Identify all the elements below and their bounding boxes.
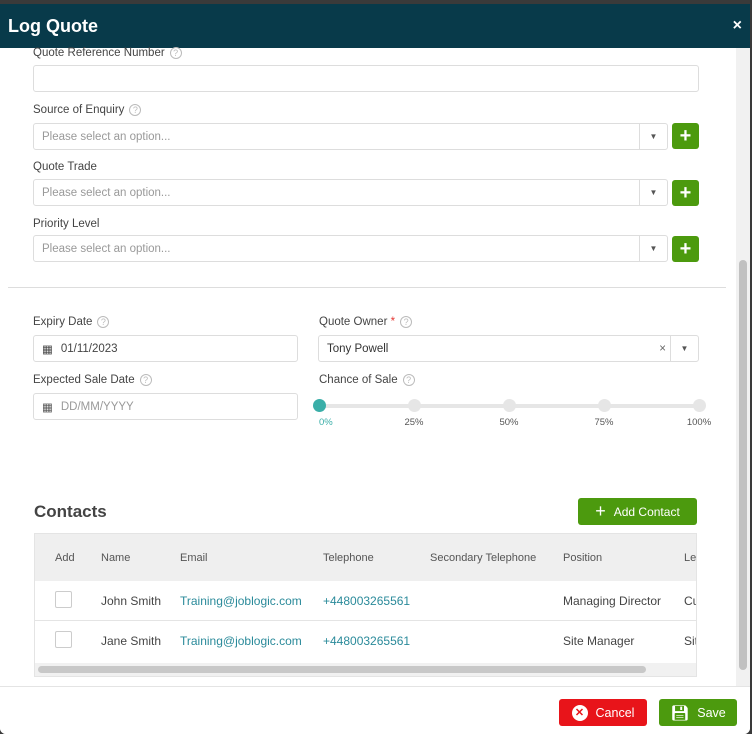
calendar-icon[interactable]: ▦ — [42, 400, 53, 414]
slider-step[interactable] — [503, 399, 516, 412]
divider — [8, 287, 726, 288]
slider-step[interactable] — [598, 399, 611, 412]
plus-icon: + — [595, 501, 606, 521]
slider-tick-label: 50% — [499, 417, 519, 428]
slider-tick-label: 75% — [594, 417, 614, 428]
add-contact-button[interactable]: + Add Contact — [578, 498, 697, 525]
help-icon[interactable]: ? — [139, 374, 152, 386]
add-source-button[interactable]: + — [672, 123, 699, 149]
cell-extra: Sit — [684, 634, 697, 648]
cell-name: Jane Smith — [101, 634, 162, 648]
source-label: Source of Enquiry? — [33, 104, 142, 116]
priority-placeholder: Please select an option... — [42, 242, 171, 255]
chevron-down-icon[interactable]: ▼ — [639, 124, 667, 149]
trade-label: Quote Trade — [33, 161, 97, 173]
slider-tick-label: 25% — [404, 417, 424, 428]
cell-email[interactable]: Training@joblogic.com — [180, 594, 302, 608]
help-icon[interactable]: ? — [400, 316, 413, 328]
scrollbar-thumb[interactable] — [739, 260, 747, 670]
close-icon[interactable]: × — [733, 17, 742, 35]
priority-label: Priority Level — [33, 218, 100, 230]
quote-ref-input[interactable] — [33, 65, 699, 92]
slider-tick-label: 0% — [319, 417, 333, 428]
calendar-icon[interactable]: ▦ — [42, 342, 53, 356]
slider-tick-label: 100% — [686, 417, 712, 428]
sale-date-input[interactable]: ▦ DD/MM/YYYY — [33, 393, 298, 420]
close-circle-icon: ✕ — [571, 704, 588, 721]
help-icon[interactable]: ? — [402, 374, 415, 386]
contacts-title: Contacts — [34, 502, 107, 521]
source-placeholder: Please select an option... — [42, 130, 171, 143]
chevron-down-icon[interactable]: ▼ — [670, 336, 698, 361]
column-header: Email — [180, 551, 208, 564]
chevron-down-icon[interactable]: ▼ — [639, 236, 667, 261]
expiry-label: Expiry Date? — [33, 316, 110, 328]
column-header: Le — [684, 551, 697, 564]
add-checkbox[interactable] — [55, 631, 72, 648]
trade-select[interactable]: Please select an option... ▼ — [33, 179, 668, 206]
chance-of-sale-slider[interactable]: 0% 25% 50% 75% 100% — [313, 399, 711, 428]
table-header: Add Name Email Telephone Secondary Telephone… — [35, 534, 697, 581]
slider-handle[interactable] — [313, 399, 326, 412]
sale-date-label: Expected Sale Date? — [33, 374, 152, 386]
modal-header: Log Quote × — [0, 4, 750, 48]
log-quote-modal: Log Quote × Quote Reference Number? Sour… — [0, 4, 750, 734]
help-icon[interactable]: ? — [129, 104, 142, 116]
column-header: Secondary Telephone — [430, 551, 537, 564]
quote-ref-label: Quote Reference Number? — [33, 47, 182, 59]
column-header: Add — [55, 551, 75, 564]
chevron-down-icon[interactable]: ▼ — [639, 180, 667, 205]
clear-icon[interactable]: × — [659, 343, 666, 355]
contacts-table: Add Name Email Telephone Secondary Telephone… — [34, 533, 697, 677]
chance-label: Chance of Sale? — [319, 374, 415, 386]
owner-select[interactable]: Tony Powell × ▼ — [318, 335, 699, 362]
cell-extra: Cu — [684, 593, 696, 608]
add-checkbox[interactable] — [55, 591, 72, 608]
source-select[interactable]: Please select an option... ▼ — [33, 123, 668, 150]
add-trade-button[interactable]: + — [672, 180, 699, 206]
table-row[interactable]: John Smith Training@joblogic.com +44800326… — [35, 581, 696, 621]
column-header: Position — [563, 551, 603, 564]
save-icon: 💾︎ — [670, 704, 690, 722]
vertical-scrollbar[interactable] — [736, 48, 750, 686]
save-button[interactable]: 💾︎ Save — [659, 699, 737, 726]
cell-position: Site Manager — [563, 634, 635, 648]
owner-label: Quote Owner *? — [319, 316, 413, 328]
column-header: Name — [101, 551, 131, 564]
cell-telephone[interactable]: +448003265561 — [323, 634, 410, 648]
add-priority-button[interactable]: + — [672, 236, 699, 262]
expiry-date-input[interactable]: ▦ 01/11/2023 — [33, 335, 298, 362]
cell-telephone[interactable]: +448003265561 — [323, 594, 410, 608]
cell-name: John Smith — [101, 593, 162, 608]
modal-footer: ✕ Cancel 💾︎ Save — [0, 686, 750, 734]
priority-select[interactable]: Please select an option... ▼ — [33, 235, 668, 262]
trade-placeholder: Please select an option... — [42, 186, 171, 199]
column-header: Telephone — [323, 551, 374, 564]
help-icon[interactable]: ? — [169, 47, 182, 59]
help-icon[interactable]: ? — [97, 316, 110, 328]
slider-step[interactable] — [408, 399, 421, 412]
cell-email[interactable]: Training@joblogic.com — [180, 634, 302, 648]
table-row[interactable]: Jane Smith Training@joblogic.com +44800326… — [35, 621, 697, 661]
cancel-button[interactable]: ✕ Cancel — [559, 699, 647, 726]
scrollbar-thumb[interactable] — [38, 666, 646, 673]
modal-title: Log Quote — [8, 15, 98, 36]
slider-step[interactable] — [693, 399, 706, 412]
horizontal-scrollbar[interactable] — [35, 663, 696, 676]
cell-position: Managing Director — [563, 593, 662, 608]
